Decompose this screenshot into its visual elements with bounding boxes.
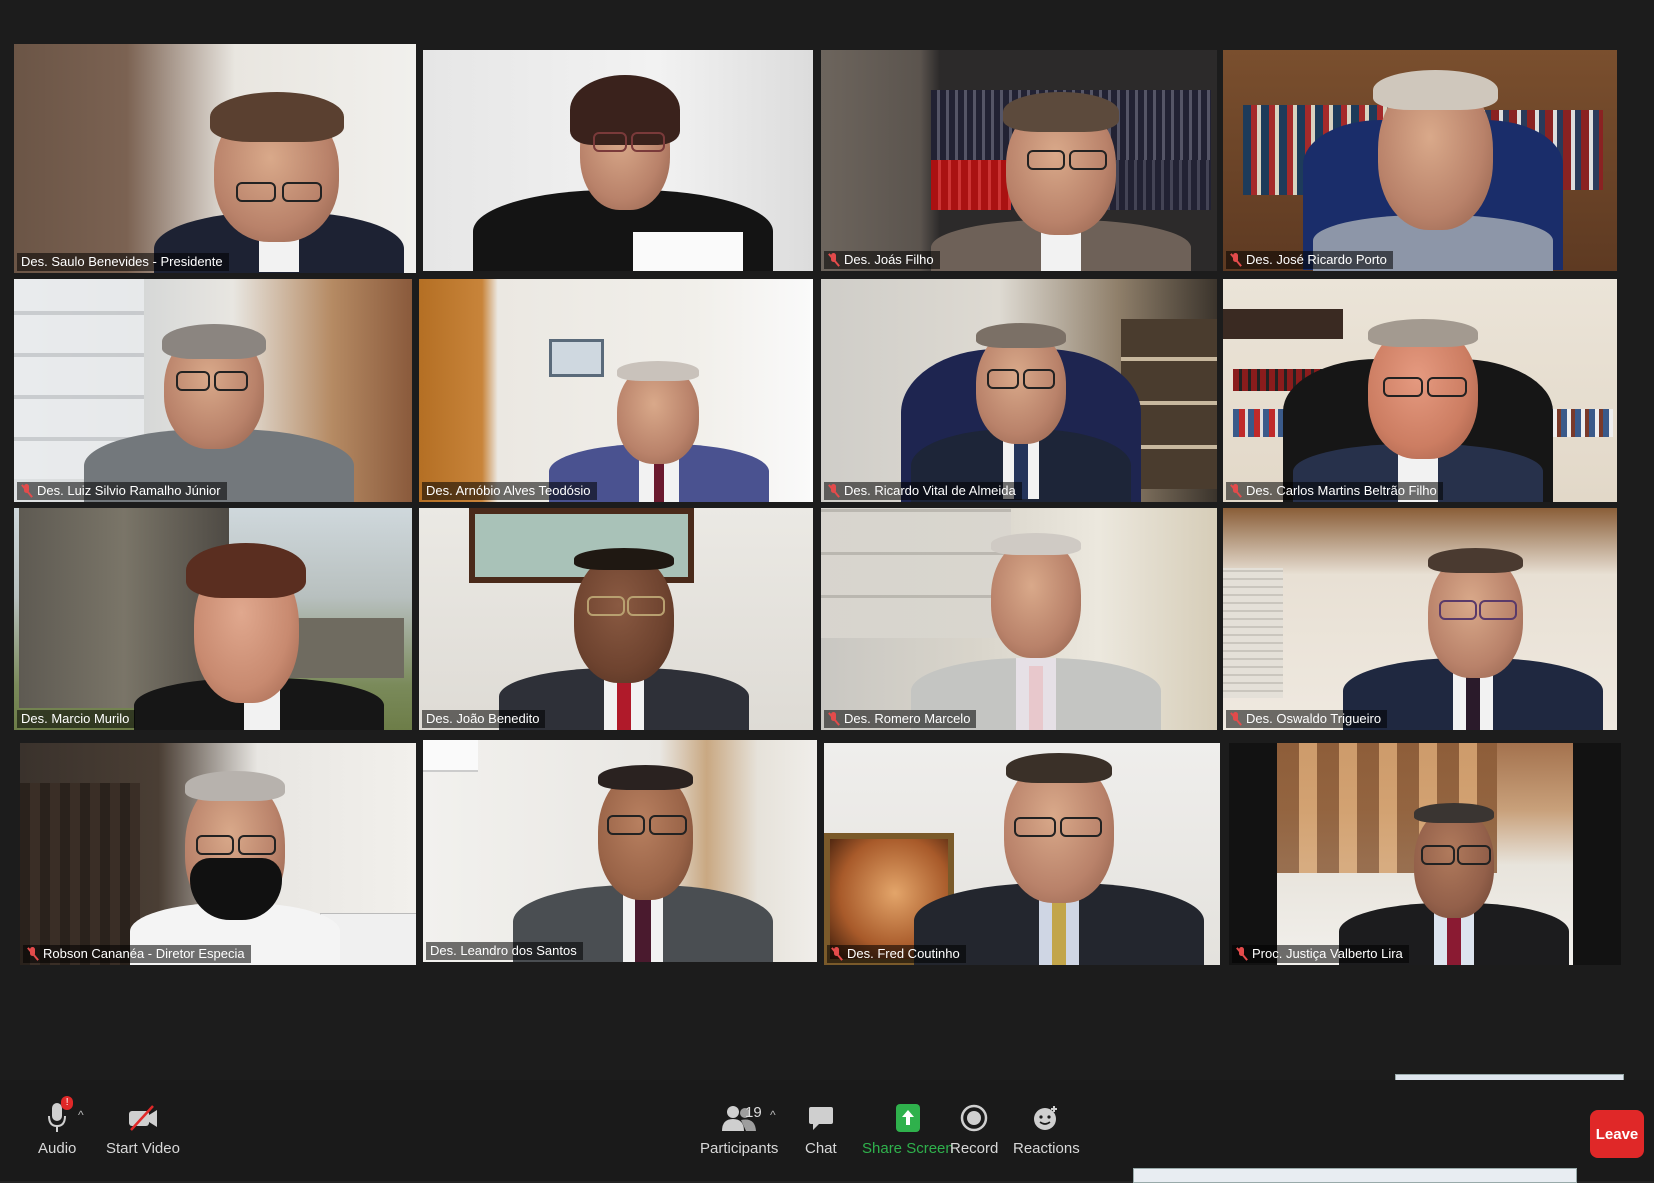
participant-name: Des. Oswaldo Trigueiro <box>1226 710 1388 728</box>
record-button[interactable]: Record <box>950 1098 998 1157</box>
muted-mic-icon <box>828 253 840 267</box>
participants-label: Participants <box>700 1140 779 1157</box>
participant-name: Proc. Justiça Valberto Lira <box>1232 945 1409 963</box>
leave-button[interactable]: Leave <box>1590 1110 1644 1158</box>
video-tile[interactable]: Proc. Justiça Valberto Lira <box>1229 743 1621 965</box>
video-tile[interactable]: Des. Romero Marcelo <box>821 508 1217 730</box>
muted-mic-icon <box>828 712 840 726</box>
video-tile[interactable] <box>423 50 813 271</box>
participant-name: Des. José Ricardo Porto <box>1226 251 1393 269</box>
video-tile[interactable]: Robson Cananéa - Diretor Especia <box>20 743 416 965</box>
muted-mic-icon <box>1230 484 1242 498</box>
video-off-icon <box>128 1105 157 1131</box>
video-tile[interactable]: Des. João Benedito <box>419 508 813 730</box>
chat-button[interactable]: Chat <box>805 1098 837 1157</box>
video-tile[interactable]: Des. Fred Coutinho <box>824 743 1220 965</box>
muted-mic-icon <box>21 484 33 498</box>
muted-mic-icon <box>1236 947 1248 961</box>
muted-mic-icon <box>831 947 843 961</box>
audio-button[interactable]: ! Audio <box>38 1096 77 1157</box>
participant-name: Des. Joás Filho <box>824 251 940 269</box>
video-tile[interactable]: Des. Ricardo Vital de Almeida <box>821 279 1217 502</box>
meeting-toolbar: ! Audio ^ Start Video Participants 19 ^ <box>0 1080 1654 1181</box>
reactions-label: Reactions <box>1013 1140 1080 1157</box>
participant-name: Des. Luiz Silvio Ramalho Júnior <box>17 482 227 500</box>
participants-options-caret[interactable]: ^ <box>770 1108 776 1122</box>
share-screen-label: Share Screen <box>862 1140 954 1157</box>
participant-name: Des. João Benedito <box>422 710 546 728</box>
video-tile[interactable]: Des. Joás Filho <box>821 50 1217 271</box>
reactions-icon <box>1034 1106 1058 1130</box>
participant-name: Des. Arnóbio Alves Teodósio <box>422 482 597 500</box>
chat-icon <box>808 1107 833 1130</box>
video-tile[interactable]: Des. Arnóbio Alves Teodósio <box>419 279 813 502</box>
video-gallery: Des. Saulo Benevides - Presidente Des. J… <box>0 0 1654 1080</box>
audio-options-caret[interactable]: ^ <box>78 1108 84 1122</box>
share-screen-icon <box>895 1104 920 1132</box>
participant-name: Des. Marcio Murilo <box>17 710 136 728</box>
participant-name: Des. Saulo Benevides - Presidente <box>17 253 229 271</box>
audio-warning-badge: ! <box>61 1096 74 1110</box>
video-tile[interactable]: Des. Saulo Benevides - Presidente <box>14 44 416 273</box>
reactions-button[interactable]: Reactions <box>1013 1098 1080 1157</box>
record-icon <box>960 1104 988 1132</box>
record-label: Record <box>950 1140 999 1157</box>
participant-name: Des. Romero Marcelo <box>824 710 977 728</box>
video-tile[interactable]: Des. Luiz Silvio Ramalho Júnior <box>14 279 412 502</box>
video-tile[interactable]: Des. Marcio Murilo <box>14 508 412 730</box>
video-tile[interactable]: Des. Leandro dos Santos <box>423 740 817 962</box>
participants-button[interactable]: Participants <box>700 1098 778 1157</box>
muted-mic-icon <box>27 947 39 961</box>
start-video-label: Start Video <box>106 1140 180 1157</box>
audio-label: Audio <box>38 1140 77 1157</box>
video-tile[interactable]: Des. Carlos Martins Beltrão Filho <box>1223 279 1617 502</box>
muted-mic-icon <box>1230 712 1242 726</box>
participant-name: Des. Ricardo Vital de Almeida <box>824 482 1022 500</box>
video-tile[interactable]: Des. Oswaldo Trigueiro <box>1223 508 1617 730</box>
share-screen-button[interactable]: Share Screen <box>862 1098 954 1157</box>
muted-mic-icon <box>1230 253 1242 267</box>
participant-name: Des. Fred Coutinho <box>827 945 966 963</box>
participant-name: Des. Leandro dos Santos <box>426 942 583 960</box>
participants-count: 19 <box>745 1104 762 1121</box>
video-tile[interactable]: Des. José Ricardo Porto <box>1223 50 1617 271</box>
start-video-button[interactable]: Start Video <box>106 1098 180 1157</box>
participant-name: Robson Cananéa - Diretor Especia <box>23 945 251 963</box>
participant-name: Des. Carlos Martins Beltrão Filho <box>1226 482 1443 500</box>
chat-label: Chat <box>805 1140 837 1157</box>
muted-mic-icon <box>828 484 840 498</box>
